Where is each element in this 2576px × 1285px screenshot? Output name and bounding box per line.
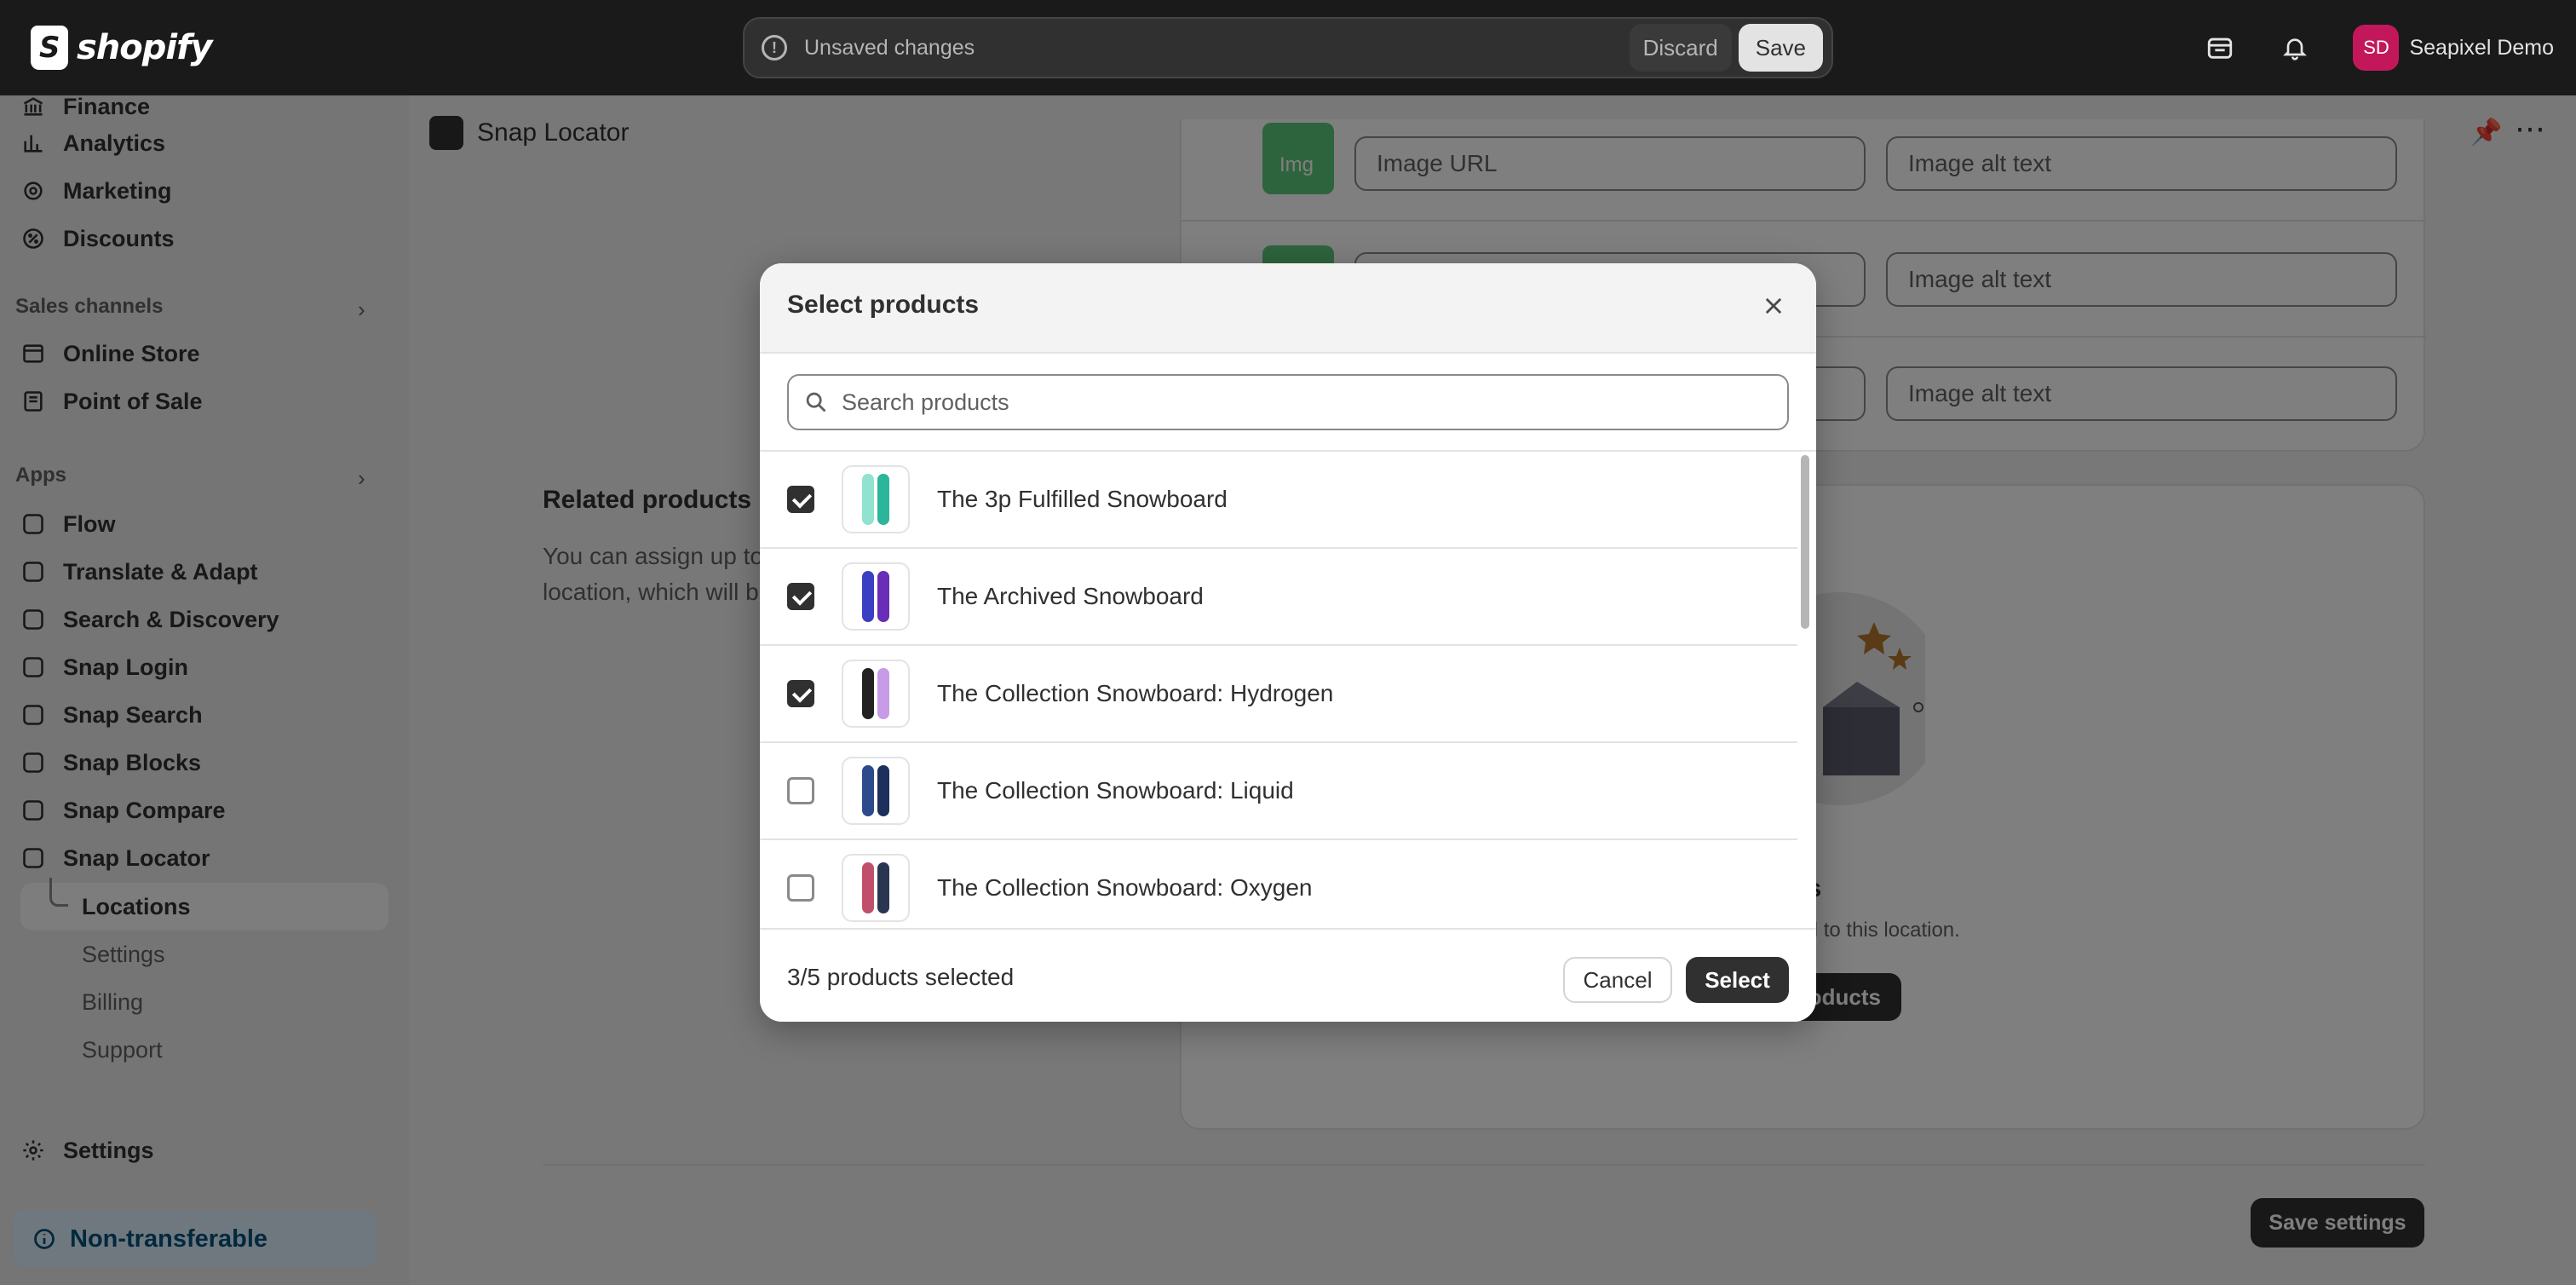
select-button[interactable]: Select — [1686, 957, 1789, 1003]
unsaved-changes-bar: ! Unsaved changes Discard Save — [743, 17, 1833, 78]
unsaved-changes-text: Unsaved changes — [804, 35, 975, 60]
product-row[interactable]: The Collection Snowboard: Hydrogen — [760, 646, 1797, 743]
modal-footer: 3/5 products selected Cancel Select — [760, 928, 1816, 1022]
product-row[interactable]: The Archived Snowboard — [760, 549, 1797, 646]
product-name: The Collection Snowboard: Hydrogen — [937, 680, 1334, 706]
bell-icon[interactable] — [2278, 31, 2312, 65]
avatar: SD — [2353, 25, 2400, 71]
product-checkbox[interactable] — [787, 486, 814, 513]
product-name: The Collection Snowboard: Liquid — [937, 777, 1294, 804]
product-checkbox[interactable] — [787, 680, 814, 707]
product-name: The Collection Snowboard: Oxygen — [937, 874, 1313, 901]
top-right-actions: SD Seapixel Demo — [2203, 22, 2554, 73]
close-icon[interactable] — [1757, 289, 1791, 323]
product-thumbnail — [842, 660, 910, 728]
top-bar: shopify ! Unsaved changes Discard Save S… — [0, 0, 2576, 95]
account-menu[interactable]: SD Seapixel Demo — [2353, 25, 2554, 71]
modal-title: Select products — [787, 291, 980, 319]
search-icon — [806, 392, 826, 412]
shopify-logo[interactable]: shopify — [31, 24, 213, 72]
product-thumbnail — [842, 854, 910, 922]
modal-header: Select products — [760, 263, 1816, 354]
shopify-bag-icon — [31, 26, 68, 70]
product-thumbnail — [842, 757, 910, 825]
product-checkbox[interactable] — [787, 874, 814, 902]
product-name: The 3p Fulfilled Snowboard — [937, 486, 1228, 512]
product-checkbox[interactable] — [787, 777, 814, 804]
product-row[interactable]: The 3p Fulfilled Snowboard — [760, 452, 1797, 549]
discard-button[interactable]: Discard — [1629, 24, 1732, 72]
product-checkbox[interactable] — [787, 583, 814, 610]
save-button[interactable]: Save — [1738, 24, 1823, 72]
store-icon[interactable] — [2203, 31, 2237, 65]
product-thumbnail — [842, 465, 910, 533]
product-thumbnail — [842, 562, 910, 631]
product-name: The Archived Snowboard — [937, 583, 1204, 609]
scrollbar[interactable] — [1801, 455, 1809, 629]
product-row[interactable]: The Collection Snowboard: Oxygen — [760, 840, 1797, 927]
product-list: The 3p Fulfilled Snowboard The Archived … — [760, 450, 1816, 927]
search-field[interactable] — [787, 374, 1789, 430]
account-name: Seapixel Demo — [2409, 35, 2554, 60]
select-products-modal: Select products The 3p Fulfilled Snowboa… — [760, 263, 1816, 1022]
alert-circle-icon: ! — [762, 35, 787, 61]
search-input[interactable] — [840, 388, 1692, 417]
product-row[interactable]: The Collection Snowboard: Liquid — [760, 743, 1797, 840]
cancel-button[interactable]: Cancel — [1563, 957, 1672, 1003]
logo-text: shopify — [77, 28, 213, 67]
selected-count: 3/5 products selected — [787, 964, 1015, 990]
